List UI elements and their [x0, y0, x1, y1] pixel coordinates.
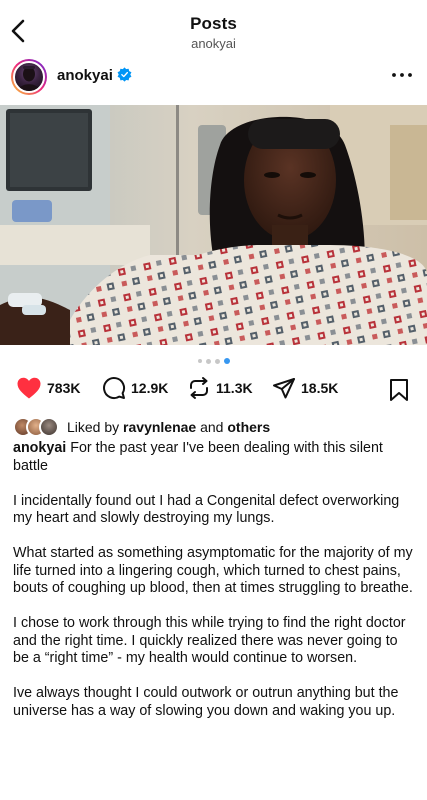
comment-count: 12.9K [131, 380, 169, 396]
caption-username[interactable]: anokyai [13, 440, 66, 456]
caption-paragraph: I chose to work through this while tryin… [13, 615, 406, 666]
carousel-dot-active [223, 358, 230, 364]
page-subtitle: anokyai [191, 36, 236, 51]
repost-icon [190, 377, 208, 399]
paper-plane-icon [273, 378, 295, 399]
liked-by-user[interactable]: ravynlenae [123, 419, 196, 435]
liked-by-conjunction: and [200, 419, 224, 435]
post-photo[interactable] [0, 105, 427, 345]
post-caption: anokyai For the past year I've been deal… [13, 440, 415, 738]
caption-paragraph: What started as something asymptomatic f… [13, 545, 413, 596]
bookmark-icon [390, 379, 408, 401]
carousel-indicator [0, 357, 427, 365]
more-horizontal-icon [392, 73, 412, 77]
like-count: 783K [47, 380, 81, 396]
verified-badge-icon [117, 67, 132, 82]
liked-by-row[interactable]: Liked by ravynlenae and others [13, 417, 270, 437]
share-button[interactable]: 18.5K [272, 376, 338, 400]
author-username[interactable]: anokyai [57, 67, 113, 84]
heart-icon [17, 377, 41, 399]
save-button[interactable] [389, 378, 409, 407]
liker-avatar [39, 417, 59, 437]
share-count: 18.5K [301, 380, 339, 396]
liked-by-prefix: Liked by [67, 419, 120, 435]
caption-text: For the past year I've been dealing with… [13, 440, 383, 474]
liked-by-avatars [13, 417, 61, 437]
caption-paragraph: anokyai For the past year I've been deal… [13, 440, 415, 475]
carousel-dot [205, 358, 211, 364]
repost-button[interactable]: 11.3K [187, 376, 253, 400]
carousel-dot [214, 358, 220, 364]
carousel-dot [197, 359, 202, 363]
avatar-image [13, 61, 45, 93]
more-options-button[interactable] [391, 66, 413, 84]
liked-by-others[interactable]: others [227, 419, 270, 435]
top-bar: Posts anokyai [0, 0, 427, 58]
comment-icon [103, 377, 126, 400]
repost-count: 11.3K [216, 380, 253, 396]
post-author-row: anokyai [0, 58, 427, 102]
post-actions: 783K 12.9K 11.3K 18.5K [0, 376, 427, 406]
caption-paragraph: Ive always thought I could outwork or ou… [13, 685, 399, 719]
caption-paragraph: I incidentally found out I had a Congeni… [13, 492, 400, 527]
page-title: Posts [190, 14, 237, 33]
post-screen: Posts anokyai anokyai 783K 12.9K 11.3K 1… [0, 0, 427, 800]
author-avatar[interactable] [11, 59, 47, 95]
comment-button[interactable]: 12.9K [102, 376, 168, 400]
like-button[interactable]: 783K [16, 376, 80, 400]
